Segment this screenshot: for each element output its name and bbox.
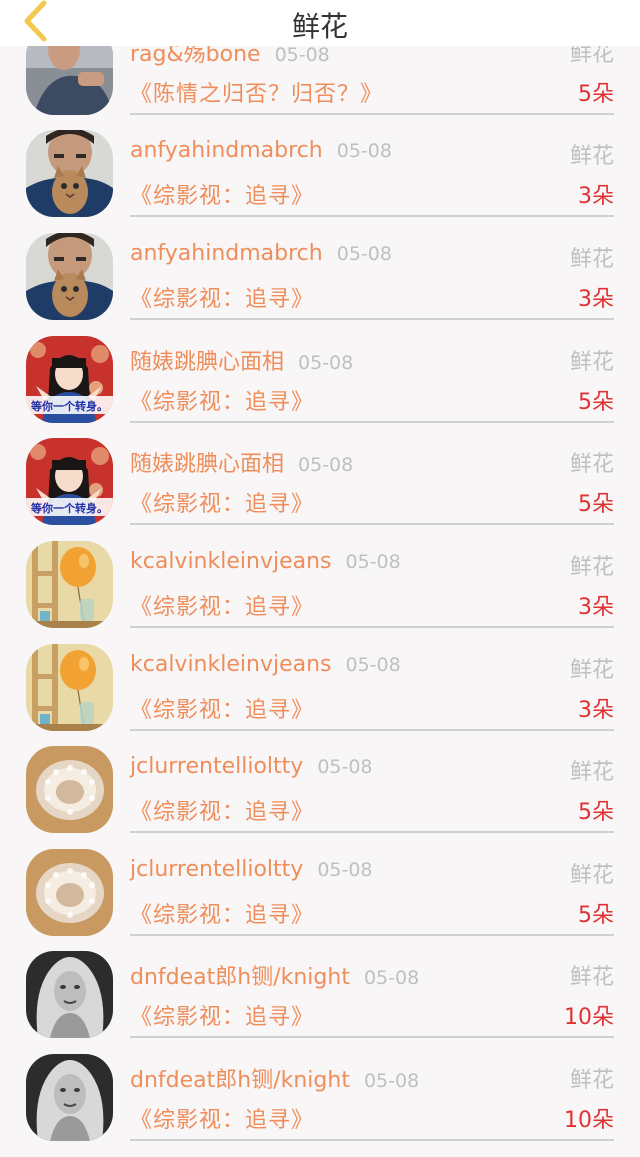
flower-count: 3朵: [578, 595, 614, 620]
gift-type-label: 鲜花: [569, 1068, 614, 1093]
avatar[interactable]: [26, 849, 113, 936]
top-bar: 鲜花: [0, 0, 640, 46]
work-title[interactable]: 《综影视：追寻》: [130, 178, 314, 210]
row-divider: [130, 1036, 614, 1038]
avatar[interactable]: [26, 541, 113, 628]
list-item[interactable]: jclurrentellioltty 05-08 鲜花 《综影视：追寻》 5朵: [0, 849, 640, 952]
avatar[interactable]: 等你一个转身。: [26, 438, 113, 525]
user-name-line[interactable]: jclurrentellioltty 05-08: [130, 754, 373, 779]
user-name[interactable]: jclurrentellioltty: [130, 857, 303, 882]
flower-count: 10朵: [564, 1108, 614, 1133]
user-name[interactable]: anfyahindmabrch: [130, 138, 323, 163]
flower-count: 5朵: [578, 390, 614, 415]
flower-count: 10朵: [564, 1005, 614, 1030]
gift-type-label: 鲜花: [569, 863, 614, 888]
gift-date: 05-08: [317, 859, 373, 881]
gift-date: 05-08: [345, 654, 401, 676]
row-divider: [130, 318, 614, 320]
row-divider: [130, 215, 614, 217]
user-name-line[interactable]: dnfdeat郎h铡/knight 05-08: [130, 1062, 419, 1094]
gift-type-label: 鲜花: [569, 965, 614, 990]
user-name-line[interactable]: 随婊跳腆心面相 05-08: [130, 344, 353, 376]
work-title[interactable]: 《综影视：追寻》: [130, 692, 314, 724]
row-divider: [130, 113, 614, 115]
user-name-line[interactable]: kcalvinkleinvjeans 05-08: [130, 549, 401, 574]
list-item[interactable]: dnfdeat郎h铡/knight 05-08 鲜花 《综影视：追寻》 10朵: [0, 951, 640, 1054]
avatar-caption: 等你一个转身。: [30, 501, 108, 515]
gift-date: 05-08: [336, 140, 392, 162]
avatar-caption: 等你一个转身。: [30, 399, 108, 413]
gift-date: 05-08: [345, 551, 401, 573]
avatar[interactable]: [26, 233, 113, 320]
work-title[interactable]: 《综影视：追寻》: [130, 589, 314, 621]
gift-type-label: 鲜花: [569, 247, 614, 272]
avatar[interactable]: [26, 746, 113, 833]
list-item[interactable]: dnfdeat郎h铡/knight 05-08 鲜花 《综影视：追寻》 10朵: [0, 1054, 640, 1157]
flower-count: 3朵: [578, 184, 614, 209]
list-item[interactable]: 等你一个转身。 随婊跳腆心面相 05-08 鲜花 《综影视：追寻》 5朵: [0, 438, 640, 541]
user-name[interactable]: 随婊跳腆心面相: [130, 350, 284, 375]
flower-count: 5朵: [578, 903, 614, 928]
flower-count: 3朵: [578, 287, 614, 312]
work-title[interactable]: 《综影视：追寻》: [130, 486, 314, 518]
gift-date: 05-08: [336, 243, 392, 265]
list-item[interactable]: kcalvinkleinvjeans 05-08 鲜花 《综影视：追寻》 3朵: [0, 644, 640, 747]
flower-count: 5朵: [578, 492, 614, 517]
user-name-line[interactable]: kcalvinkleinvjeans 05-08: [130, 652, 401, 677]
user-name[interactable]: kcalvinkleinvjeans: [130, 652, 332, 677]
work-title[interactable]: 《综影视：追寻》: [130, 384, 314, 416]
work-title[interactable]: 《综影视：追寻》: [130, 1102, 314, 1134]
user-name-line[interactable]: 随婊跳腆心面相 05-08: [130, 446, 353, 478]
gift-date: 05-08: [298, 454, 354, 476]
avatar[interactable]: [26, 644, 113, 731]
gift-date: 05-08: [363, 967, 420, 989]
user-name[interactable]: anfyahindmabrch: [130, 241, 323, 266]
flower-count: 5朵: [578, 800, 614, 825]
work-title[interactable]: 《综影视：追寻》: [130, 281, 314, 313]
user-name-line[interactable]: anfyahindmabrch 05-08: [130, 241, 392, 266]
avatar[interactable]: [26, 951, 113, 1038]
user-name[interactable]: jclurrentellioltty: [130, 754, 303, 779]
user-name[interactable]: dnfdeat郎h铡/knight: [130, 965, 350, 990]
row-divider: [130, 729, 614, 731]
work-title[interactable]: 《综影视：追寻》: [130, 897, 314, 929]
work-title[interactable]: 《陈情之归否？归否？》: [130, 76, 383, 108]
gift-type-label: 鲜花: [569, 555, 614, 580]
gift-date: 05-08: [298, 352, 354, 374]
page-title: 鲜花: [291, 10, 348, 43]
avatar[interactable]: 等你一个转身。: [26, 336, 113, 423]
row-divider: [130, 934, 614, 936]
work-title[interactable]: 《综影视：追寻》: [130, 794, 314, 826]
flower-count: 3朵: [578, 698, 614, 723]
avatar[interactable]: [26, 130, 113, 217]
gift-date: 05-08: [274, 44, 330, 66]
row-divider: [130, 421, 614, 423]
row-divider: [130, 626, 614, 628]
user-name-line[interactable]: dnfdeat郎h铡/knight 05-08: [130, 959, 419, 991]
gift-type-label: 鲜花: [569, 144, 614, 169]
user-name-line[interactable]: anfyahindmabrch 05-08: [130, 138, 392, 163]
list-item[interactable]: 等你一个转身。 随婊跳腆心面相 05-08 鲜花 《综影视：追寻》 5朵: [0, 336, 640, 439]
user-name[interactable]: 随婊跳腆心面相: [130, 452, 284, 477]
gift-type-label: 鲜花: [569, 658, 614, 683]
gift-date: 05-08: [317, 756, 373, 778]
list-item[interactable]: anfyahindmabrch 05-08 鲜花 《综影视：追寻》 3朵: [0, 233, 640, 336]
row-divider: [130, 1139, 614, 1141]
work-title[interactable]: 《综影视：追寻》: [130, 999, 314, 1031]
row-divider: [130, 523, 614, 525]
user-name-line[interactable]: jclurrentellioltty 05-08: [130, 857, 373, 882]
user-name[interactable]: kcalvinkleinvjeans: [130, 549, 332, 574]
avatar[interactable]: [26, 1054, 113, 1141]
list-item[interactable]: kcalvinkleinvjeans 05-08 鲜花 《综影视：追寻》 3朵: [0, 541, 640, 644]
gift-date: 05-08: [363, 1070, 420, 1092]
list-item[interactable]: anfyahindmabrch 05-08 鲜花 《综影视：追寻》 3朵: [0, 130, 640, 233]
user-name[interactable]: dnfdeat郎h铡/knight: [130, 1068, 350, 1093]
flower-count: 5朵: [578, 82, 614, 107]
gift-type-label: 鲜花: [569, 760, 614, 785]
row-divider: [130, 831, 614, 833]
list-item[interactable]: jclurrentellioltty 05-08 鲜花 《综影视：追寻》 5朵: [0, 746, 640, 849]
gift-type-label: 鲜花: [569, 452, 614, 477]
gift-type-label: 鲜花: [569, 350, 614, 375]
